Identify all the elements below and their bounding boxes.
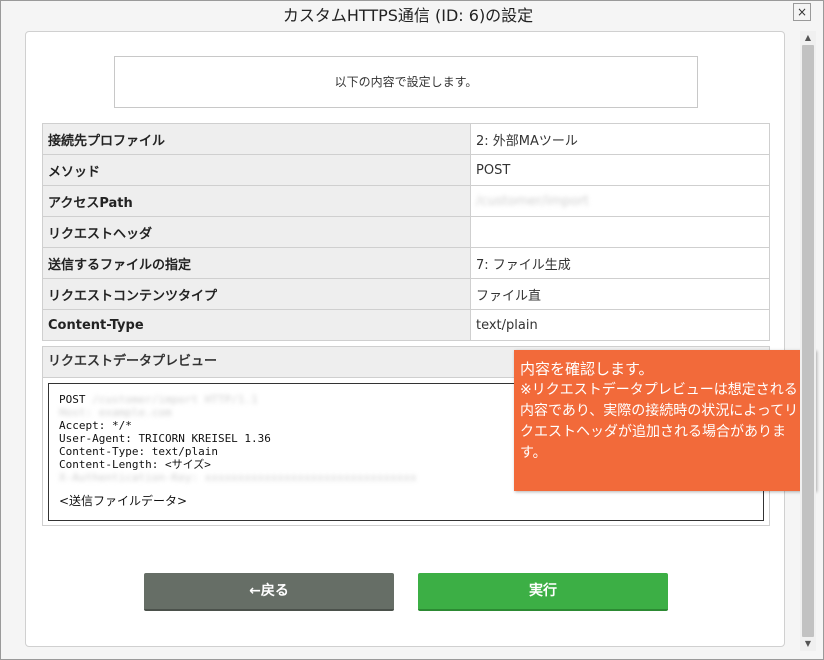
row-label: 接続先プロファイル	[42, 123, 471, 155]
preview-auth-key: X-Authentication-Key: xxxxxxxxxxxxxxxxxx…	[59, 471, 417, 484]
confirmation-tooltip: 内容を確認します。 ※リクエストデータプレビューは想定される内容であり、実際の接…	[514, 350, 816, 491]
scroll-up-icon[interactable]: ▲	[800, 31, 816, 45]
scroll-down-icon[interactable]: ▼	[800, 637, 816, 651]
dialog-titlebar: カスタムHTTPS通信 (ID: 6)の設定 ×	[1, 1, 823, 31]
close-button[interactable]: ×	[793, 3, 811, 21]
row-label: アクセスPath	[42, 185, 471, 217]
settings-table: 接続先プロファイル 2: 外部MAツール メソッド POST アクセスPath …	[42, 123, 770, 341]
dialog-content: 以下の内容で設定します。 接続先プロファイル 2: 外部MAツール メソッド P…	[25, 31, 785, 647]
preview-host: Host: example.com	[59, 406, 172, 419]
settings-dialog: カスタムHTTPS通信 (ID: 6)の設定 × 以下の内容で設定します。 接続…	[0, 0, 824, 660]
dialog-title: カスタムHTTPS通信 (ID: 6)の設定	[282, 6, 534, 25]
table-row: リクエストヘッダ	[42, 216, 770, 248]
tooltip-body: ※リクエストデータプレビューは想定される内容であり、実際の接続時の状況によってリ…	[520, 382, 799, 461]
table-row: アクセスPath /customer/import	[42, 185, 770, 217]
row-value: text/plain	[470, 309, 770, 341]
row-label: 送信するファイルの指定	[42, 247, 471, 279]
preview-path: /customer/import HTTP/1.1	[92, 393, 258, 406]
confirmation-notice: 以下の内容で設定します。	[114, 56, 698, 108]
vertical-scrollbar[interactable]: ▲ ▼	[800, 31, 816, 651]
row-label: リクエストヘッダ	[42, 216, 471, 248]
table-row: 接続先プロファイル 2: 外部MAツール	[42, 123, 770, 155]
row-value-cell: /customer/import	[470, 185, 770, 217]
row-value	[470, 216, 770, 248]
row-label: リクエストコンテンツタイプ	[42, 278, 471, 310]
run-button[interactable]: 実行	[418, 573, 668, 611]
row-label: Content-Type	[42, 309, 471, 341]
row-value: POST	[470, 154, 770, 186]
table-row: Content-Type text/plain	[42, 309, 770, 341]
preview-file-placeholder: <送信ファイルデータ>	[59, 494, 188, 508]
tooltip-title: 内容を確認します。	[520, 360, 654, 378]
row-value: ファイル直	[470, 278, 770, 310]
row-label: メソッド	[42, 154, 471, 186]
close-icon: ×	[796, 5, 808, 19]
row-value: 7: ファイル生成	[470, 247, 770, 279]
row-value-blurred: /customer/import	[476, 193, 589, 209]
table-row: メソッド POST	[42, 154, 770, 186]
back-button[interactable]: ←戻る	[144, 573, 394, 611]
row-value: 2: 外部MAツール	[470, 123, 770, 155]
scroll-thumb[interactable]	[802, 45, 814, 637]
table-row: リクエストコンテンツタイプ ファイル直	[42, 278, 770, 310]
table-row: 送信するファイルの指定 7: ファイル生成	[42, 247, 770, 279]
